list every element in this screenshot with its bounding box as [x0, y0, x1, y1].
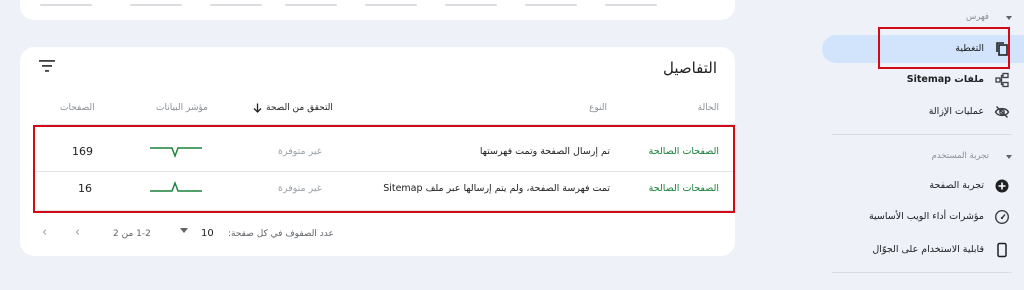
chart-axis-label	[605, 4, 657, 6]
column-header-pages[interactable]: الصفحات	[60, 103, 95, 113]
sidebar-item-label: قابلية الاستخدام على الجوّال	[872, 244, 984, 255]
summary-card-partial	[20, 0, 735, 20]
chart-axis-label	[525, 4, 577, 6]
next-page-icon[interactable]: ‹	[75, 225, 80, 240]
add-circle-icon	[995, 179, 1009, 193]
chart-axis-label	[365, 4, 417, 6]
arrow-down-icon	[253, 103, 262, 113]
sidebar-item-core-web-vitals[interactable]: مؤشرات أداء الويب الأساسية	[824, 203, 1024, 231]
collapse-caret-icon[interactable]	[1006, 16, 1012, 20]
collapse-caret-icon[interactable]	[1006, 155, 1012, 159]
chart-axis-label	[130, 4, 182, 6]
column-header-type[interactable]: النوع	[589, 103, 607, 113]
column-header-freshness[interactable]: التحقق من الصحة	[253, 103, 333, 113]
highlight-box	[33, 125, 735, 213]
rows-per-page-label: عدد الصفوف في كل صفحة:	[228, 229, 334, 239]
sidebar-item-sitemaps[interactable]: ملفات Sitemap	[824, 66, 1024, 94]
highlight-box	[878, 27, 1010, 69]
sidebar-item-label: ملفات Sitemap	[906, 74, 984, 85]
chart-axis-label	[210, 4, 262, 6]
sidebar-section-ux[interactable]: تجربة المستخدم	[932, 151, 989, 161]
chevron-down-icon[interactable]	[180, 228, 188, 233]
chart-axis-label	[285, 4, 337, 6]
column-header-status[interactable]: الحالة	[698, 103, 719, 113]
sidebar-item-label: مؤشرات أداء الويب الأساسية	[868, 211, 984, 222]
sidebar: فهرس التغطية ملفات Sitemap عمليات الإزال…	[820, 0, 1024, 290]
column-header-freshness-label: التحقق من الصحة	[266, 103, 333, 113]
chart-axis-label	[40, 4, 92, 6]
eye-off-icon	[994, 105, 1010, 119]
sitemap-icon	[995, 72, 1009, 88]
sidebar-item-removals[interactable]: عمليات الإزالة	[824, 98, 1024, 126]
sidebar-divider	[832, 272, 1012, 273]
filter-icon[interactable]	[38, 58, 56, 74]
pagination-range: 1-2 من 2	[113, 229, 151, 239]
phone-icon	[997, 242, 1007, 258]
sidebar-item-page-experience[interactable]: تجربة الصفحة	[824, 172, 1024, 200]
sidebar-item-label: تجربة الصفحة	[929, 180, 984, 191]
details-title: التفاصيل	[662, 59, 717, 77]
speedometer-icon	[994, 209, 1010, 225]
sidebar-section-index[interactable]: فهرس	[966, 12, 989, 22]
sidebar-item-label: عمليات الإزالة	[928, 106, 984, 117]
last-page-icon[interactable]: ‹	[42, 225, 47, 240]
rows-per-page-select[interactable]: 10	[201, 228, 214, 239]
sidebar-divider	[832, 134, 1012, 135]
chart-axis-label	[445, 4, 497, 6]
sidebar-item-mobile-usability[interactable]: قابلية الاستخدام على الجوّال	[824, 236, 1024, 264]
column-header-trend[interactable]: مؤشر البيانات	[156, 103, 208, 113]
